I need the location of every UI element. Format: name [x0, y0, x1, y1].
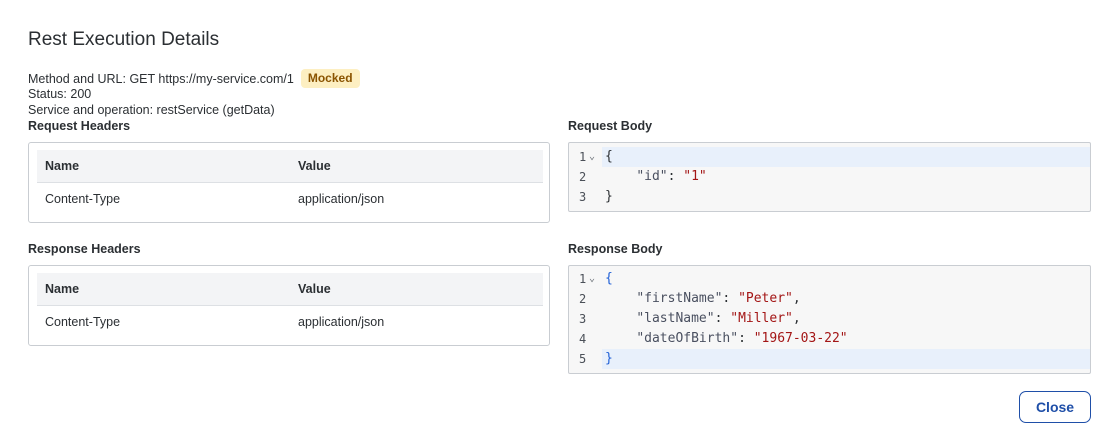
service-operation-text: Service and operation: restService (getD…: [28, 103, 275, 117]
code-text: {: [605, 269, 613, 289]
table-row: Content-Type application/json: [37, 306, 543, 341]
request-body-editor[interactable]: 1 ⌄ { 2 "id": "1" 3 }: [568, 142, 1091, 212]
line-number: 3: [579, 190, 587, 204]
line-number: 2: [579, 292, 587, 306]
header-value-cell: application/json: [298, 315, 385, 329]
code-text: "dateOfBirth": "1967-03-22": [636, 331, 848, 346]
status-text: Status: 200: [28, 87, 92, 101]
json-value: "1": [683, 169, 707, 184]
code-text: }: [605, 349, 613, 369]
json-key: "dateOfBirth": [636, 331, 739, 346]
header-name-cell: Content-Type: [45, 315, 121, 329]
column-header-value: Value: [298, 159, 331, 173]
fold-chevron-icon[interactable]: ⌄: [589, 147, 595, 167]
request-headers-label: Request Headers: [28, 119, 131, 133]
line-number: 2: [579, 170, 587, 184]
json-value: "Miller": [730, 311, 793, 326]
request-headers-panel: Name Value Content-Type application/json: [28, 142, 550, 223]
json-key: "id": [636, 169, 668, 184]
column-header-name: Name: [45, 159, 80, 173]
line-number: 5: [579, 352, 587, 366]
close-brace: }: [605, 351, 613, 366]
code-text: "id": "1": [636, 169, 707, 184]
code-text: "firstName": "Peter",: [636, 291, 801, 306]
table-row: Content-Type application/json: [37, 183, 543, 218]
request-body-label: Request Body: [568, 119, 653, 133]
table-header-row: Name Value: [37, 273, 543, 306]
open-brace: {: [605, 149, 613, 164]
json-value: "Peter": [738, 291, 793, 306]
column-header-name: Name: [45, 282, 80, 296]
code-line: 1 ⌄ {: [569, 147, 1090, 167]
header-value-cell: application/json: [298, 192, 385, 206]
dialog-title: Rest Execution Details: [28, 29, 220, 50]
table-header-row: Name Value: [37, 150, 543, 183]
code-text: "lastName": "Miller",: [636, 311, 801, 326]
close-brace: }: [605, 189, 613, 204]
json-value: "1967-03-22": [753, 331, 848, 346]
rest-execution-details-dialog: Rest Execution Details Method and URL: G…: [0, 0, 1115, 447]
line-number: 4: [579, 332, 587, 346]
request-headers-table: Name Value Content-Type application/json: [37, 150, 543, 218]
code-line: 4 "dateOfBirth": "1967-03-22": [569, 329, 1090, 349]
fold-chevron-icon[interactable]: ⌄: [589, 269, 595, 289]
response-body-editor[interactable]: 1 ⌄ { 2 "firstName": "Peter", 3 "lastNam…: [568, 265, 1091, 374]
code-line: 3 }: [569, 187, 1090, 207]
code-line: 2 "firstName": "Peter",: [569, 289, 1090, 309]
response-body-label: Response Body: [568, 242, 663, 256]
code-text: }: [605, 187, 613, 207]
code-line: 2 "id": "1": [569, 167, 1090, 187]
line-number: 1: [579, 272, 587, 286]
response-headers-table: Name Value Content-Type application/json: [37, 273, 543, 341]
response-headers-label: Response Headers: [28, 242, 141, 256]
code-line: 1 ⌄ {: [569, 269, 1090, 289]
mocked-badge: Mocked: [300, 69, 360, 88]
response-headers-panel: Name Value Content-Type application/json: [28, 265, 550, 346]
header-name-cell: Content-Type: [45, 192, 121, 206]
line-number: 3: [579, 312, 587, 326]
column-header-value: Value: [298, 282, 331, 296]
close-button[interactable]: Close: [1019, 391, 1091, 423]
open-brace: {: [605, 271, 613, 286]
json-key: "firstName": [636, 291, 723, 306]
code-line: 5 }: [569, 349, 1090, 369]
line-number: 1: [579, 150, 587, 164]
code-text: {: [605, 147, 613, 167]
method-url-text: Method and URL: GET https://my-service.c…: [28, 71, 294, 86]
code-line: 3 "lastName": "Miller",: [569, 309, 1090, 329]
json-key: "lastName": [636, 311, 715, 326]
